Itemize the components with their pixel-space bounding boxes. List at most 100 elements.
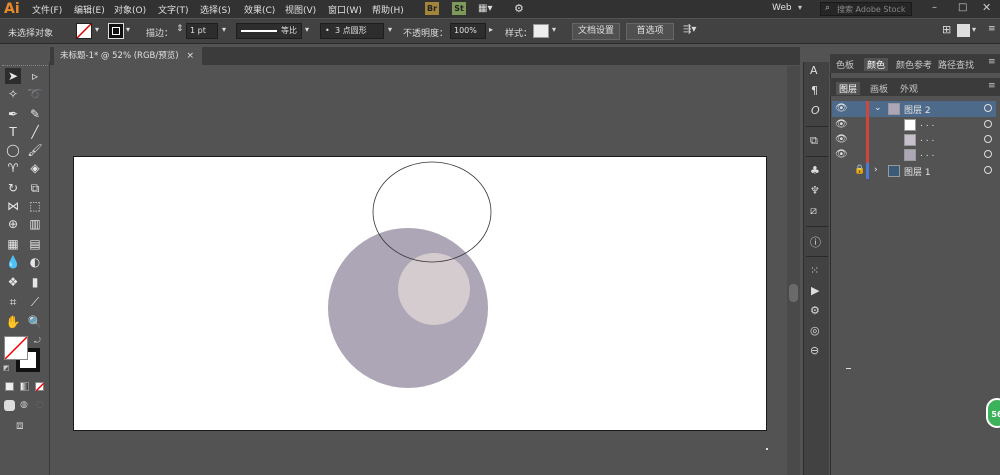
eye-icon[interactable]: 👁: [835, 103, 848, 114]
chevron-right-icon[interactable]: ▸: [489, 25, 493, 34]
line-tool-icon[interactable]: ╱: [27, 124, 43, 140]
stock-button[interactable]: St: [452, 2, 466, 15]
perspective-grid-tool-icon[interactable]: ▥: [27, 216, 43, 232]
chevron-right-icon[interactable]: ›: [874, 165, 878, 175]
arrange-documents-icon[interactable]: ▦▾: [478, 3, 492, 14]
fill-color-box[interactable]: [4, 336, 28, 360]
graphic-style-swatch[interactable]: [533, 24, 549, 38]
pen-tool-icon[interactable]: ✒: [5, 106, 21, 122]
brushes-icon[interactable]: ♆: [810, 184, 820, 197]
free-transform-tool-icon[interactable]: ⬚: [27, 198, 43, 214]
target-circle[interactable]: [984, 135, 992, 143]
play-action-icon[interactable]: ▶: [811, 284, 819, 297]
artboard[interactable]: [73, 156, 767, 431]
brush-definition[interactable]: • 3 点圆形: [320, 23, 384, 39]
layer-row[interactable]: 👁 . . .: [832, 117, 996, 133]
chevron-down-icon[interactable]: ▾: [222, 25, 226, 34]
symbols-icon[interactable]: ♣: [810, 164, 820, 177]
eye-icon[interactable]: 👁: [835, 134, 848, 145]
info-icon[interactable]: ⓘ: [810, 234, 821, 250]
stroke-label[interactable]: 描边：: [146, 26, 173, 39]
rotate-tool-icon[interactable]: ↻: [5, 180, 21, 196]
chevron-down-icon[interactable]: ▾: [305, 25, 309, 34]
ellipse-tool-icon[interactable]: ◯: [5, 142, 21, 158]
target-circle[interactable]: [984, 120, 992, 128]
menu-help[interactable]: 帮助(H): [372, 3, 404, 16]
menu-edit[interactable]: 编辑(E): [74, 3, 105, 16]
chevron-down-icon[interactable]: ▾: [388, 25, 392, 34]
workspace-switcher[interactable]: Web: [772, 3, 792, 13]
close-window-button[interactable]: ✕: [982, 1, 991, 14]
tab-color[interactable]: 颜色: [864, 58, 889, 71]
layer-name[interactable]: . . .: [920, 119, 934, 129]
slice-tool-icon[interactable]: ⟋: [27, 294, 43, 310]
scale-tool-icon[interactable]: ⧉: [27, 180, 43, 196]
default-colors-icon[interactable]: ◩: [3, 364, 10, 372]
target-circle[interactable]: [984, 104, 992, 112]
align-grid-icon[interactable]: ⁙: [810, 264, 819, 277]
panel-options-icon[interactable]: [957, 24, 970, 37]
minimize-button[interactable]: –: [932, 2, 937, 13]
target-circle[interactable]: [984, 150, 992, 158]
preferences-button[interactable]: 首选项: [626, 23, 674, 40]
type-tool-icon[interactable]: T: [5, 124, 21, 140]
graphic-styles-icon[interactable]: ⧄: [810, 204, 817, 218]
settings-gear-icon[interactable]: ⚙: [810, 304, 820, 317]
fill-swatch[interactable]: [76, 23, 92, 39]
arrange-icon[interactable]: ⇶▾: [683, 24, 696, 35]
character-icon[interactable]: A: [810, 64, 818, 77]
blend-tool-icon[interactable]: ◐: [27, 254, 43, 270]
eye-icon[interactable]: 👁: [835, 149, 848, 160]
curvature-tool-icon[interactable]: ✎: [27, 106, 43, 122]
tab-appearance[interactable]: 外观: [900, 82, 918, 95]
variable-width-profile[interactable]: 等比: [236, 23, 302, 39]
menu-window[interactable]: 窗口(W): [328, 3, 362, 16]
zoom-tool-icon[interactable]: 🔍: [27, 314, 43, 330]
selection-tool-icon[interactable]: ➤: [5, 68, 21, 84]
magic-wand-tool-icon[interactable]: ✧: [5, 86, 21, 102]
paintbrush-tool-icon[interactable]: 🖌: [27, 142, 43, 158]
width-tool-icon[interactable]: ⋈: [5, 198, 21, 214]
symbol-sprayer-tool-icon[interactable]: ❖: [5, 274, 21, 290]
close-tab-icon[interactable]: ×: [186, 47, 194, 65]
export-icon[interactable]: ⧉: [810, 134, 818, 148]
chevron-down-icon[interactable]: ▾: [126, 25, 130, 34]
draw-normal-icon[interactable]: [4, 400, 15, 411]
menu-object[interactable]: 对象(O): [114, 3, 146, 16]
lasso-tool-icon[interactable]: ➰: [27, 86, 43, 102]
mesh-tool-icon[interactable]: ▦: [5, 236, 21, 252]
document-tab[interactable]: 未标题-1* @ 52% (RGB/预览) ×: [54, 47, 202, 65]
gradient-mode-icon[interactable]: [20, 382, 29, 391]
draw-behind-icon[interactable]: ◍: [20, 400, 28, 410]
color-mode-icon[interactable]: [5, 382, 14, 391]
chevron-down-icon[interactable]: ▾: [972, 25, 976, 34]
panel-menu-icon[interactable]: ≡: [988, 57, 996, 67]
hand-tool-icon[interactable]: ✋: [5, 314, 21, 330]
layer-row[interactable]: 🔒 › 图层 1: [832, 163, 996, 179]
vertical-scrollbar[interactable]: [787, 66, 800, 475]
screen-mode-icon[interactable]: ⧈: [16, 418, 24, 433]
layer-row[interactable]: 👁 . . .: [832, 132, 996, 148]
shaper-tool-icon[interactable]: ♈: [5, 160, 21, 176]
shape-builder-tool-icon[interactable]: ⊕: [5, 216, 21, 232]
panel-menu-icon[interactable]: ≡: [988, 81, 996, 91]
stepper-icon[interactable]: ⇕: [176, 24, 184, 34]
tab-swatches[interactable]: 色板: [836, 58, 854, 71]
none-mode-icon[interactable]: [35, 382, 44, 391]
tab-pathfinder[interactable]: 路径查找: [938, 58, 974, 71]
tab-color-guide[interactable]: 颜色参考: [896, 58, 932, 71]
layer-name[interactable]: 图层 1: [904, 165, 931, 178]
tab-artboards[interactable]: 画板: [870, 82, 888, 95]
opacity-label[interactable]: 不透明度：: [403, 26, 448, 39]
eyedropper-tool-icon[interactable]: 💧: [5, 254, 21, 270]
menu-type[interactable]: 文字(T): [158, 3, 189, 16]
libraries-icon[interactable]: ◎: [810, 324, 820, 337]
paragraph-icon[interactable]: ¶: [811, 84, 818, 97]
layer-name[interactable]: . . .: [920, 134, 934, 144]
floating-badge[interactable]: 56: [986, 398, 1000, 428]
menu-effect[interactable]: 效果(C): [244, 3, 275, 16]
layer-row[interactable]: 👁 . . .: [832, 147, 996, 163]
small-circle[interactable]: [398, 253, 470, 325]
menu-select[interactable]: 选择(S): [200, 3, 231, 16]
chevron-down-icon[interactable]: ▾: [798, 3, 802, 12]
